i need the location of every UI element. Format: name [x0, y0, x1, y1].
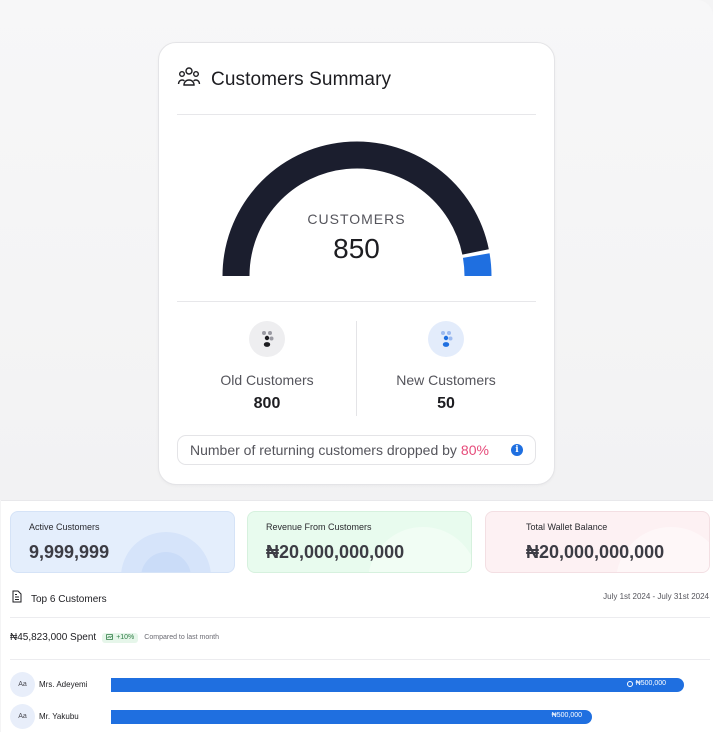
top-customers-header: Top 6 Customers — [11, 590, 107, 608]
new-customers-label: New Customers — [396, 372, 496, 388]
info-icon[interactable]: i — [511, 444, 523, 456]
kpi-value: 9,999,999 — [29, 542, 110, 562]
new-customers-icon — [428, 321, 464, 357]
avatar: Aa — [10, 704, 35, 729]
kpi-value: ₦20,000,000,000 — [526, 542, 665, 562]
customer-name: Mrs. Adeyemi — [39, 680, 88, 689]
card-title: Customers Summary — [211, 68, 392, 90]
notice-percent: 80% — [460, 442, 489, 458]
trend-up-icon — [106, 633, 114, 642]
notice-text: Number of returning customers dropped by — [190, 442, 457, 458]
kpi-title: Revenue From Customers — [266, 522, 372, 532]
customer-amount: ₦500,000 — [551, 712, 582, 719]
bar-label: ₦500,000 — [626, 680, 666, 687]
old-customers-value: 800 — [253, 395, 281, 412]
section-divider — [10, 617, 710, 618]
old-customers-label: Old Customers — [220, 372, 314, 388]
gauge-divider — [177, 301, 536, 302]
compared-text: Compared to last month — [144, 634, 219, 641]
kpi-wallet-balance: Total Wallet Balance ₦20,000,000,000 — [485, 511, 710, 573]
kpi-title: Total Wallet Balance — [526, 522, 608, 532]
kpi-active-customers: Active Customers 9,999,999 — [10, 511, 235, 573]
customers-summary-card: Customers Summary CUSTOMERS 850 Old Cust… — [158, 42, 555, 485]
bar-label: ₦500,000 — [552, 712, 582, 719]
returning-customers-notice: Number of returning customers dropped by… — [177, 435, 536, 465]
old-customers-icon — [249, 321, 285, 357]
document-icon — [11, 590, 23, 608]
kpi-value: ₦20,000,000,000 — [266, 542, 405, 562]
customer-amount: ₦500,000 — [635, 680, 666, 687]
kpi-revenue: Revenue From Customers ₦20,000,000,000 — [247, 511, 472, 573]
customers-overview-panel: Active Customers 9,999,999 Revenue From … — [1, 500, 713, 732]
section-divider — [10, 659, 710, 660]
customer-row[interactable]: Aa Mrs. Adeyemi ₦500,000 — [10, 672, 710, 698]
date-range[interactable]: July 1st 2024 - July 31st 2024 — [603, 592, 709, 601]
growth-value: +10% — [116, 634, 135, 641]
customer-spend-bar: ₦500,000 — [111, 710, 592, 724]
top-customers-title: Top 6 Customers — [31, 593, 107, 605]
card-header: Customers Summary — [177, 65, 391, 94]
new-customers-stat: New Customers 50 — [356, 321, 536, 413]
customer-stats: Old Customers 800 New Customers 50 — [177, 321, 536, 416]
old-customers-stat: Old Customers 800 — [177, 321, 357, 413]
gauge-value: 850 — [333, 233, 380, 264]
spent-summary: ₦45,823,000 Spent +10% Compared to last … — [10, 632, 219, 643]
ring-icon — [626, 680, 633, 687]
customer-spend-bar: ₦500,000 — [111, 678, 684, 692]
growth-badge: +10% — [102, 632, 139, 643]
avatar: Aa — [10, 672, 35, 697]
customer-name: Mr. Yakubu — [39, 712, 79, 721]
users-group-icon — [177, 65, 201, 94]
new-customers-value: 50 — [437, 395, 455, 412]
header-divider — [177, 114, 536, 115]
kpi-title: Active Customers — [29, 522, 100, 532]
gauge-label: CUSTOMERS — [307, 211, 406, 227]
total-spent: ₦45,823,000 Spent — [10, 632, 97, 643]
customer-row[interactable]: Aa Mr. Yakubu ₦500,000 — [10, 704, 710, 730]
